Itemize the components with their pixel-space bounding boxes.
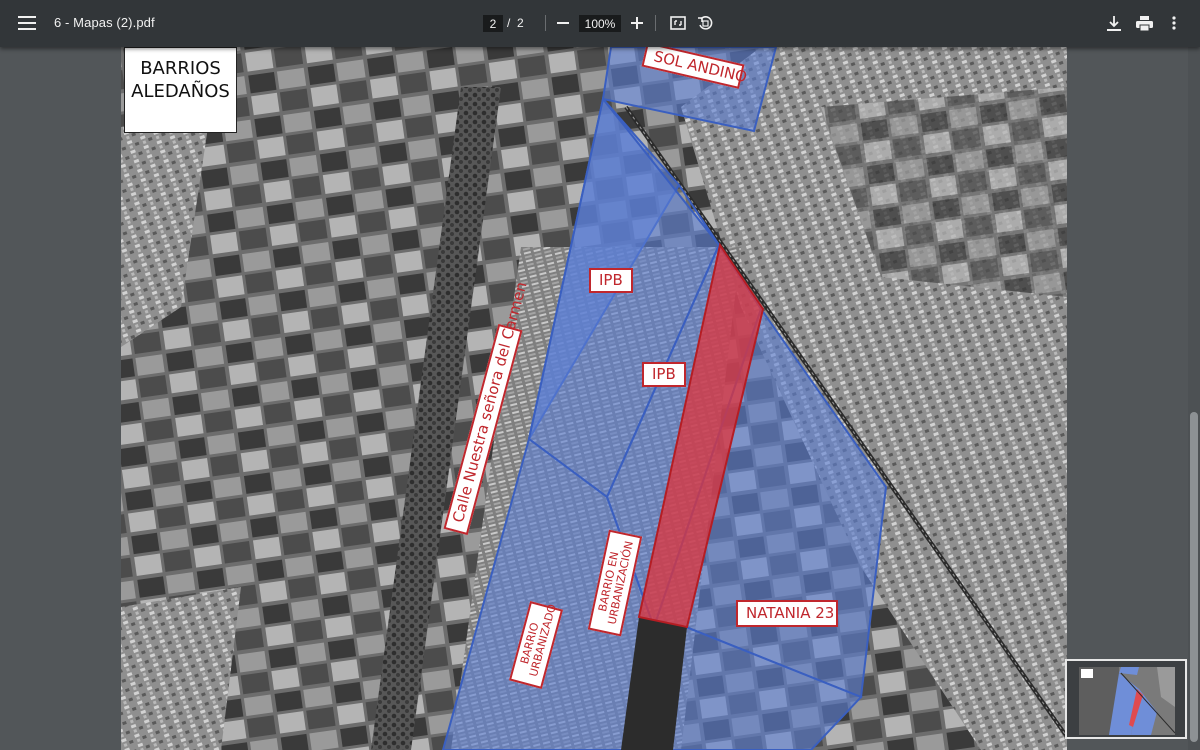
page-separator: / (507, 16, 511, 30)
plus-icon (631, 17, 643, 29)
label-ipb-1: IPB (589, 268, 633, 293)
map-title: BARRIOS ALEDAÑOS (124, 47, 237, 133)
document-title: 6 - Mapas (2).pdf (54, 15, 155, 30)
pdf-page: BARRIOS ALEDAÑOS SOL ANDINO IPB IPB Call… (121, 47, 1067, 750)
fit-to-page-button[interactable] (663, 8, 693, 38)
zoom-input[interactable] (579, 15, 621, 32)
zoom-out-button[interactable] (548, 8, 578, 38)
page-thumbnail[interactable] (1065, 659, 1187, 739)
map-title-line2: ALEDAÑOS (131, 81, 230, 102)
download-button[interactable] (1099, 8, 1129, 38)
scrollbar-thumb[interactable] (1190, 412, 1198, 742)
toolbar-divider (655, 15, 656, 31)
download-icon (1107, 15, 1121, 31)
rotate-icon (698, 16, 713, 30)
total-pages: 2 (517, 16, 524, 30)
zoom-in-button[interactable] (622, 8, 652, 38)
pdf-toolbar: 6 - Mapas (2).pdf / 2 (0, 0, 1200, 47)
print-icon (1135, 15, 1153, 31)
label-ipb-2: IPB (642, 362, 686, 387)
more-options-button[interactable] (1159, 8, 1189, 38)
menu-icon[interactable] (12, 8, 42, 38)
minus-icon (557, 22, 569, 24)
page-number-input[interactable] (483, 15, 503, 32)
toolbar-divider (545, 15, 546, 31)
fit-to-page-icon (670, 16, 686, 30)
thumbnail-map (1079, 667, 1175, 735)
satellite-map (121, 47, 1067, 750)
map-title-line1: BARRIOS (140, 58, 221, 79)
print-button[interactable] (1129, 8, 1159, 38)
more-vert-icon (1172, 16, 1176, 30)
label-natania-23: NATANIA 23 (736, 600, 838, 627)
vertical-scrollbar[interactable] (1188, 47, 1200, 750)
rotate-button[interactable] (690, 8, 720, 38)
